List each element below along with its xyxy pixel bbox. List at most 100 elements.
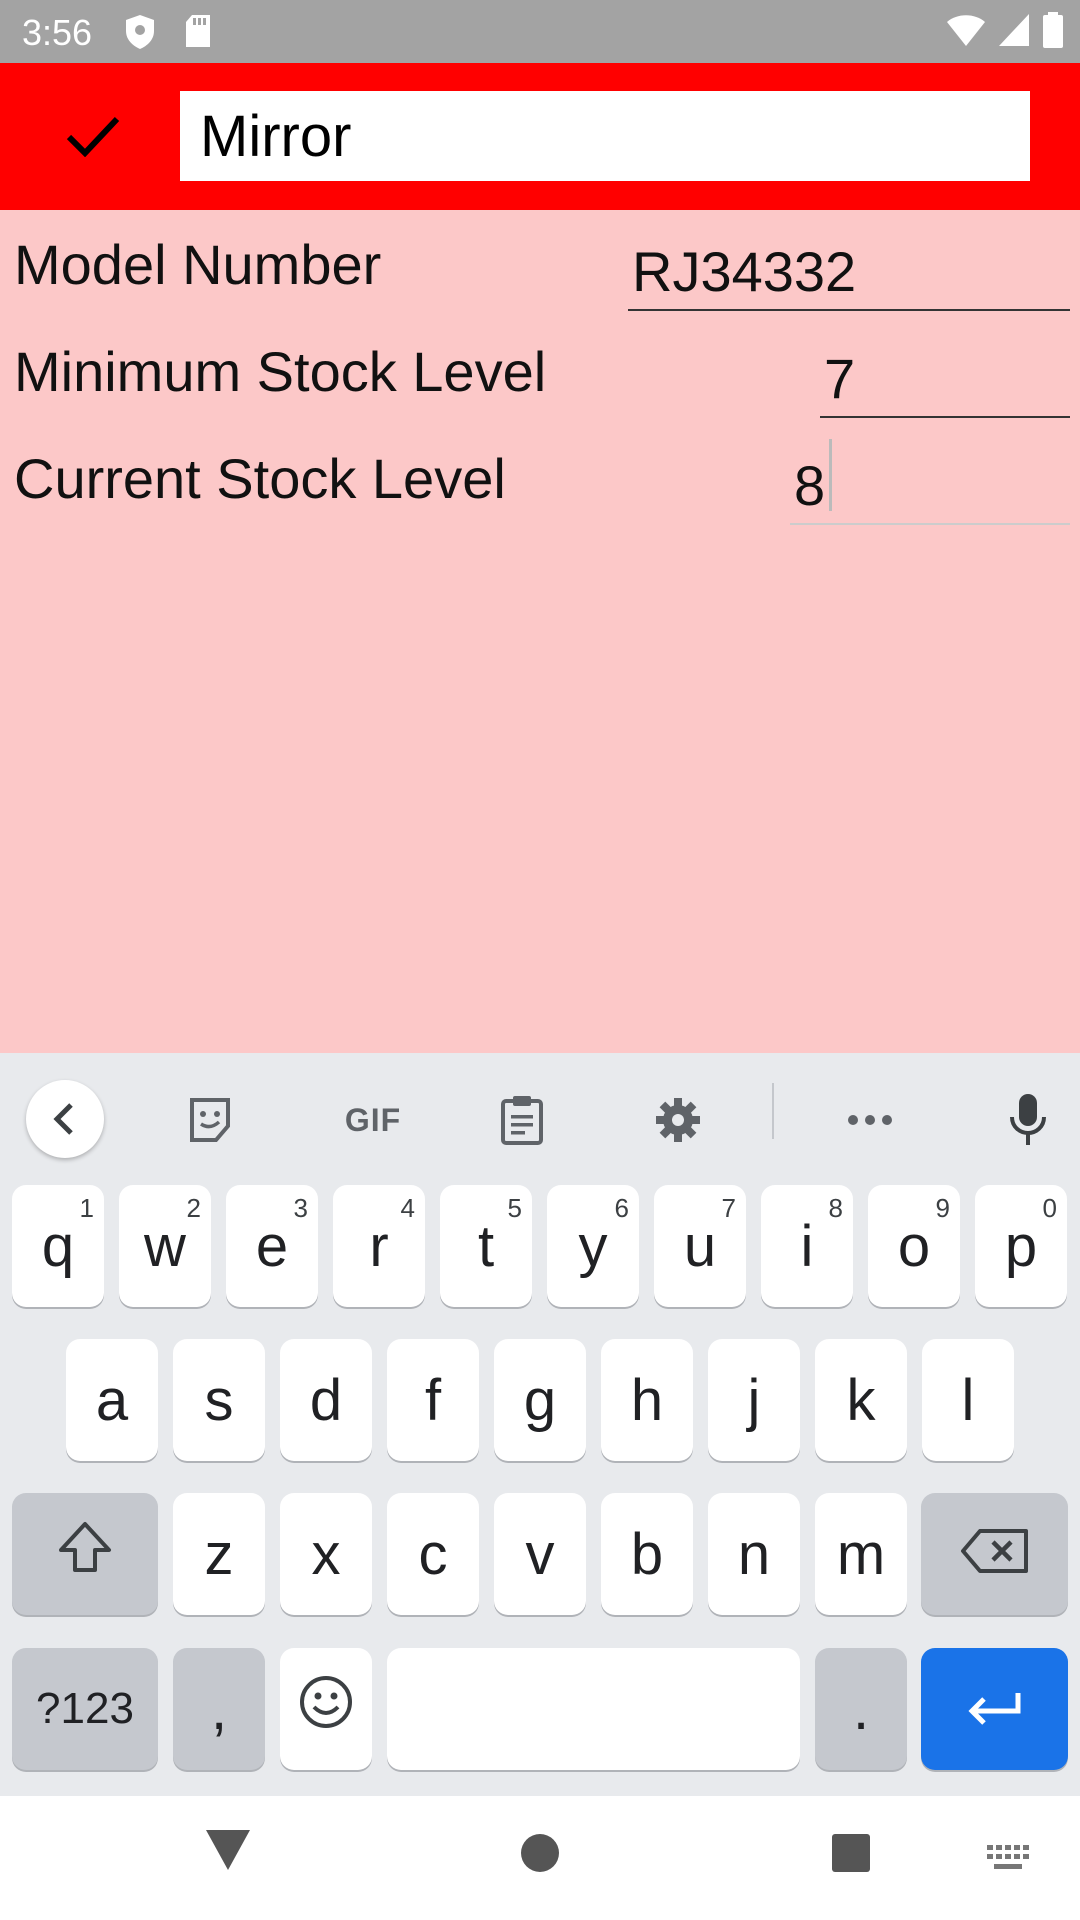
navigation-bar	[0, 1796, 1080, 1920]
key-label: o	[897, 1213, 931, 1279]
key-label: a	[95, 1367, 129, 1433]
period-key[interactable]: .	[815, 1648, 907, 1770]
enter-icon	[966, 1676, 1024, 1743]
key-a[interactable]: a	[66, 1339, 158, 1461]
key-hint: 9	[935, 1193, 950, 1223]
minimum-stock-input[interactable]	[820, 340, 1070, 418]
key-j[interactable]: j	[708, 1339, 800, 1461]
key-label: ,	[210, 1676, 228, 1742]
app-bar	[0, 63, 1080, 210]
key-label: l	[961, 1367, 975, 1433]
key-u[interactable]: u7	[654, 1185, 746, 1307]
shift-icon	[57, 1520, 113, 1588]
key-r[interactable]: r4	[333, 1185, 425, 1307]
model-number-input[interactable]	[628, 233, 1070, 311]
key-w[interactable]: w2	[119, 1185, 211, 1307]
current-stock-row: Current Stock Level	[0, 429, 1080, 529]
key-label: h	[630, 1367, 664, 1433]
toolbar-divider	[772, 1083, 774, 1139]
key-x[interactable]: x	[280, 1493, 372, 1615]
key-o[interactable]: o9	[868, 1185, 960, 1307]
backspace-icon	[960, 1521, 1030, 1588]
key-b[interactable]: b	[601, 1493, 693, 1615]
check-icon	[66, 115, 120, 162]
home-icon[interactable]	[519, 1832, 561, 1874]
key-label: r	[369, 1213, 389, 1279]
key-n[interactable]: n	[708, 1493, 800, 1615]
clipboard-icon[interactable]	[482, 1080, 562, 1160]
settings-icon[interactable]	[638, 1080, 718, 1160]
key-hint: 7	[721, 1193, 736, 1223]
mic-icon[interactable]	[988, 1080, 1068, 1160]
enter-key[interactable]	[921, 1648, 1068, 1770]
keyboard-toolbar: GIF	[0, 1053, 1080, 1168]
key-label: q	[41, 1213, 75, 1279]
key-label: .	[852, 1676, 870, 1742]
key-hint: 8	[828, 1193, 843, 1223]
sticker-icon[interactable]	[170, 1080, 250, 1160]
key-h[interactable]: h	[601, 1339, 693, 1461]
key-m[interactable]: m	[815, 1493, 907, 1615]
minimum-stock-label: Minimum Stock Level	[14, 340, 547, 403]
key-v[interactable]: v	[494, 1493, 586, 1615]
key-c[interactable]: c	[387, 1493, 479, 1615]
shield-icon	[124, 14, 156, 55]
backspace-key[interactable]	[921, 1493, 1068, 1615]
key-k[interactable]: k	[815, 1339, 907, 1461]
key-d[interactable]: d	[280, 1339, 372, 1461]
key-s[interactable]: s	[173, 1339, 265, 1461]
gif-icon[interactable]: GIF	[323, 1080, 423, 1160]
shift-key[interactable]	[12, 1493, 158, 1615]
key-i[interactable]: i8	[761, 1185, 853, 1307]
key-label: d	[309, 1367, 343, 1433]
key-hint: 2	[186, 1193, 201, 1223]
key-label: e	[255, 1213, 289, 1279]
key-label: k	[846, 1367, 876, 1433]
more-icon[interactable]	[830, 1080, 910, 1160]
key-label: n	[737, 1521, 771, 1587]
item-name-input[interactable]	[180, 91, 1030, 181]
signal-icon	[998, 13, 1030, 52]
key-hint: 3	[293, 1193, 308, 1223]
key-z[interactable]: z	[173, 1493, 265, 1615]
comma-key[interactable]: ,	[173, 1648, 265, 1770]
sd-card-icon	[184, 14, 212, 53]
key-e[interactable]: e3	[226, 1185, 318, 1307]
emoji-key[interactable]	[280, 1648, 372, 1770]
key-hint: 1	[79, 1193, 94, 1223]
status-time: 3:56	[22, 12, 93, 53]
key-label: i	[800, 1213, 814, 1279]
key-l[interactable]: l	[922, 1339, 1014, 1461]
key-q[interactable]: q1	[12, 1185, 104, 1307]
model-number-row: Model Number	[0, 215, 1080, 315]
key-p[interactable]: p0	[975, 1185, 1067, 1307]
confirm-button[interactable]	[58, 103, 128, 173]
soft-keyboard: GIF q1 w2 e3 r4 t5 y6 u7 i8 o9 p0 a s d …	[0, 1053, 1080, 1796]
key-label: t	[477, 1213, 495, 1279]
key-label: p	[1004, 1213, 1038, 1279]
key-f[interactable]: f	[387, 1339, 479, 1461]
model-number-label: Model Number	[14, 233, 382, 296]
current-stock-label: Current Stock Level	[14, 447, 506, 510]
key-hint: 6	[614, 1193, 629, 1223]
current-stock-input[interactable]	[790, 447, 1070, 525]
key-label: f	[424, 1367, 442, 1433]
back-arrow-icon[interactable]	[26, 1080, 104, 1158]
key-g[interactable]: g	[494, 1339, 586, 1461]
gif-label: GIF	[344, 1101, 402, 1138]
key-label: y	[578, 1213, 608, 1279]
keyboard-switch-icon[interactable]	[986, 1844, 1030, 1872]
space-key[interactable]	[387, 1648, 800, 1770]
key-y[interactable]: y6	[547, 1185, 639, 1307]
battery-icon	[1042, 12, 1064, 53]
text-cursor	[829, 439, 832, 511]
key-label: m	[836, 1521, 886, 1587]
key-t[interactable]: t5	[440, 1185, 532, 1307]
key-label: j	[747, 1367, 761, 1433]
recents-icon[interactable]	[830, 1832, 872, 1874]
key-hint: 4	[400, 1193, 415, 1223]
back-icon[interactable]	[204, 1826, 252, 1872]
key-label: x	[311, 1521, 341, 1587]
key-hint: 0	[1042, 1193, 1057, 1223]
symbols-key[interactable]: ?123	[12, 1648, 158, 1770]
